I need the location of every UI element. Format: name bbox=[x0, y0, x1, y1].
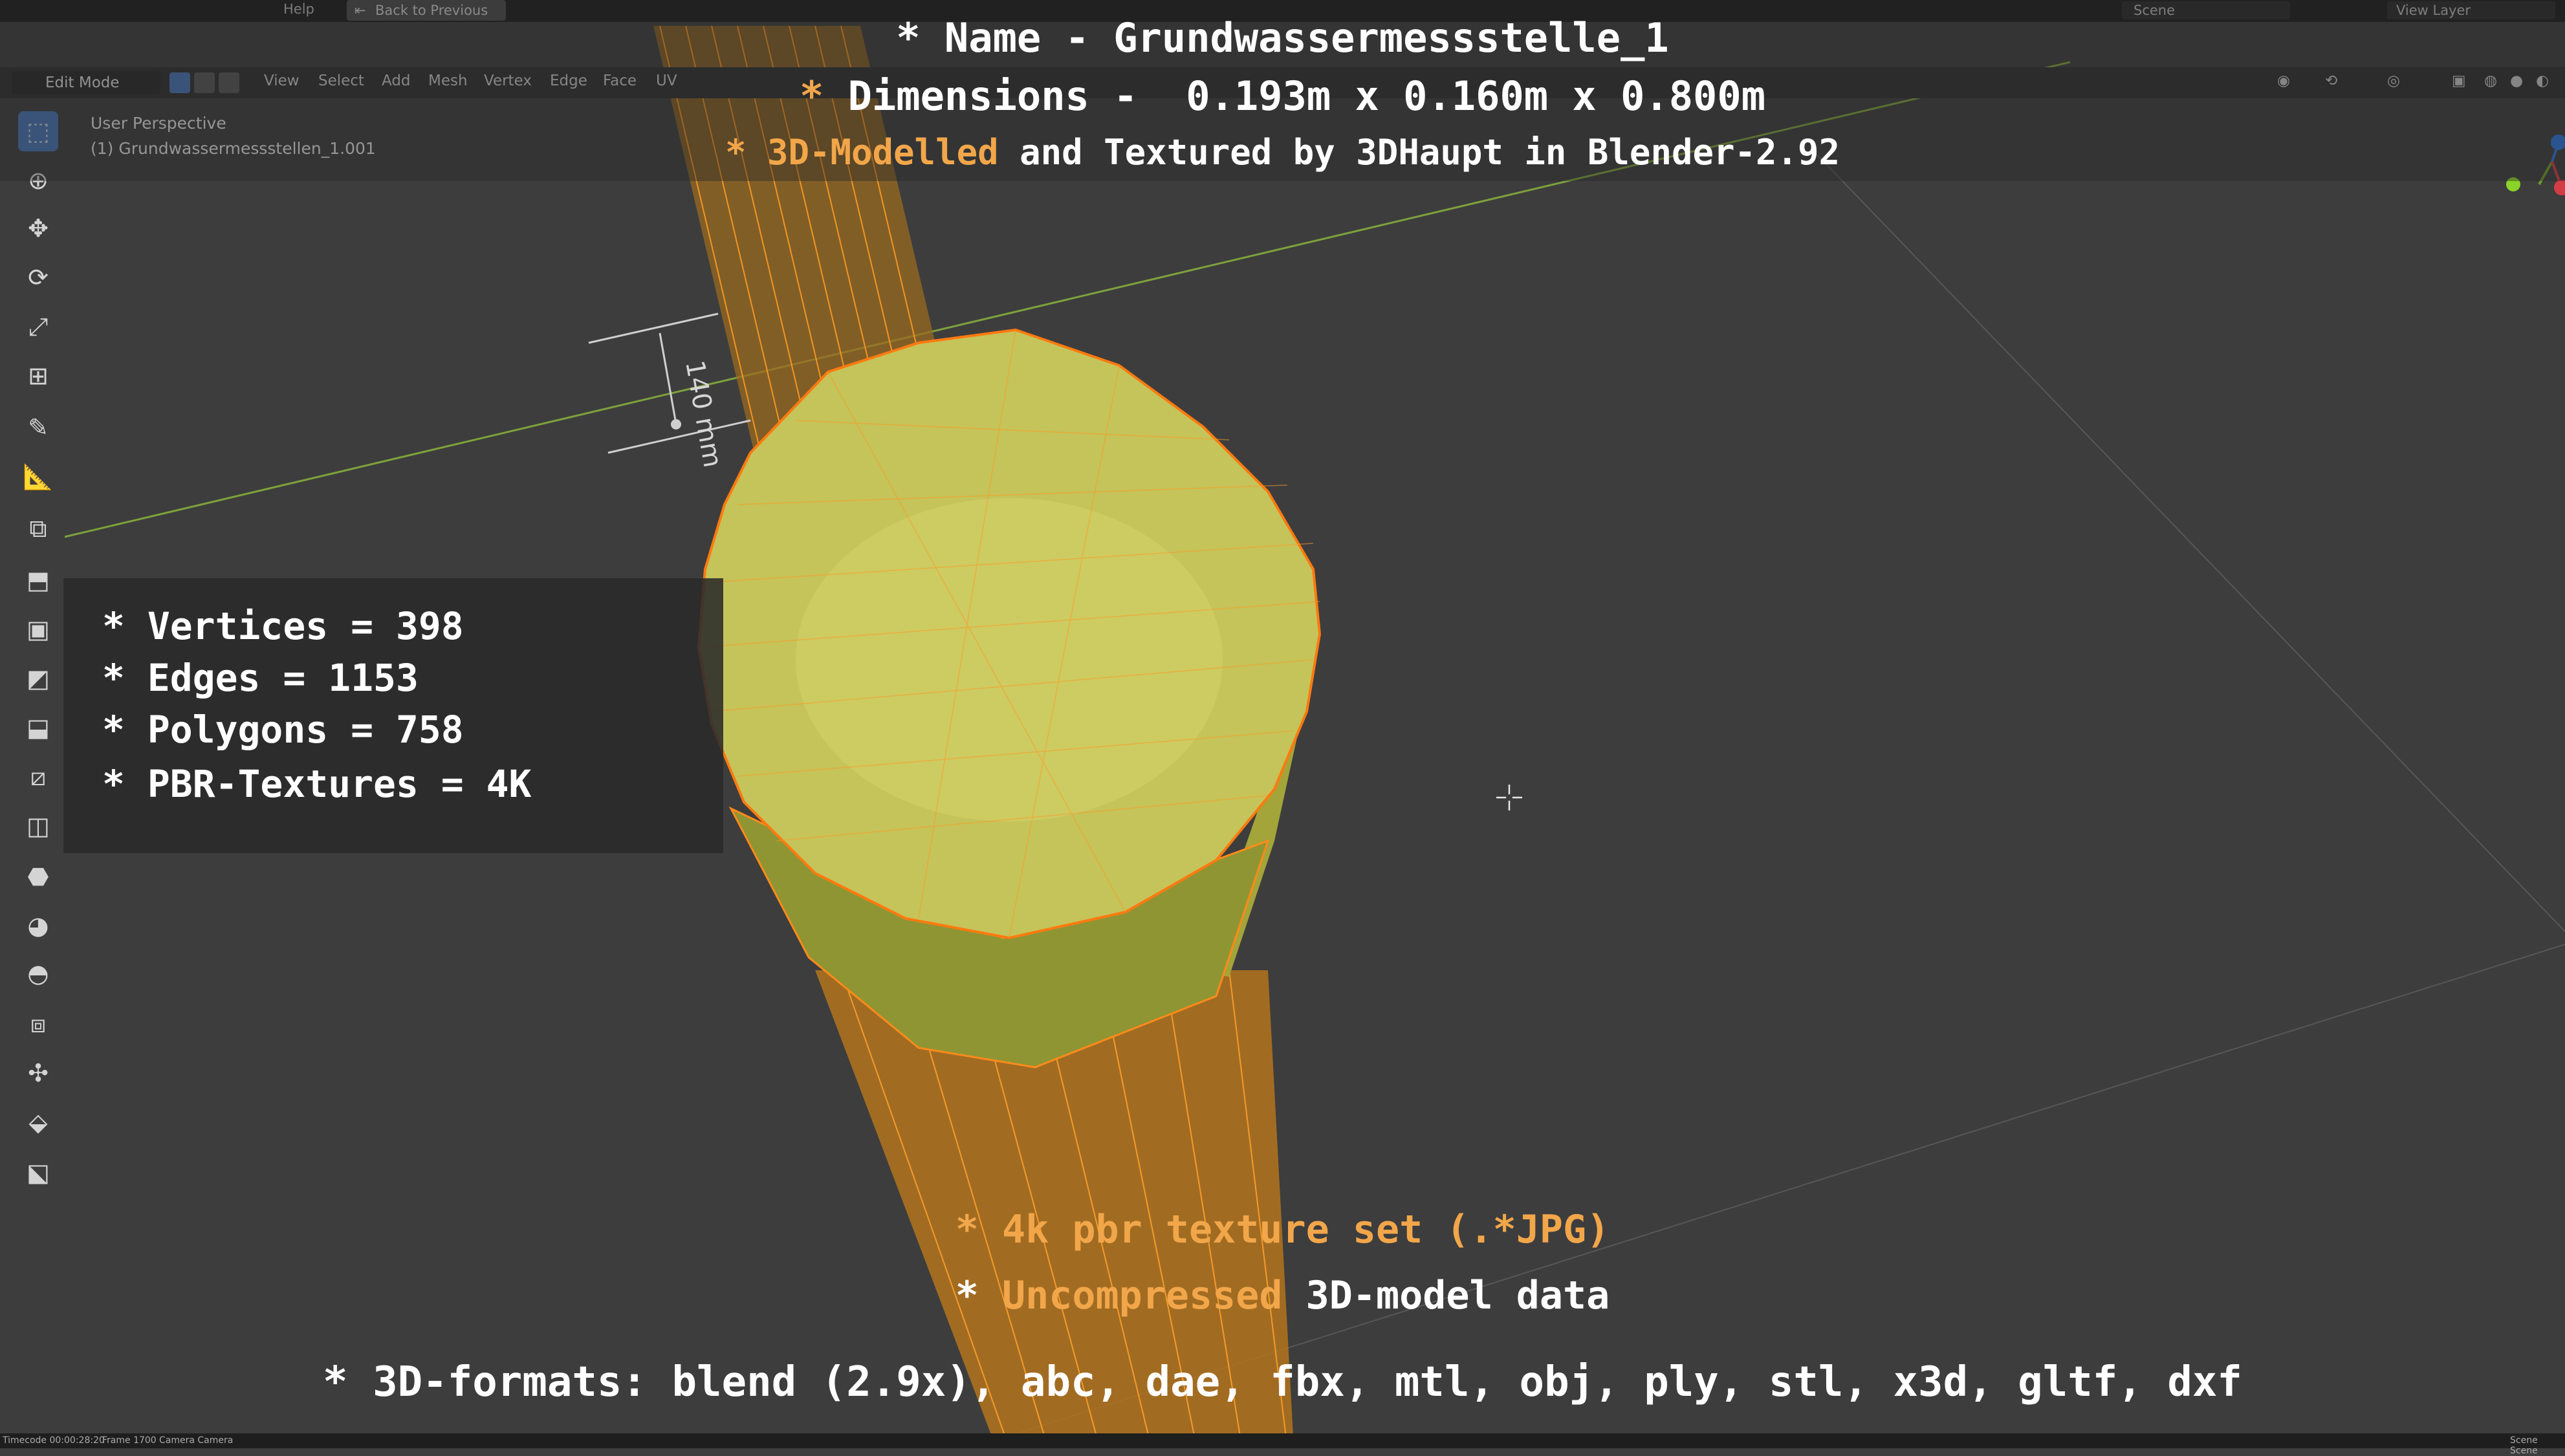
knife-icon[interactable]: ⧄ bbox=[18, 757, 58, 797]
shrink-fatten-icon[interactable]: ⧈ bbox=[18, 1004, 58, 1044]
spin-icon[interactable]: ⬣ bbox=[18, 856, 58, 896]
edge-slide-icon[interactable]: ◓ bbox=[18, 953, 58, 994]
inset-icon[interactable]: ▣ bbox=[18, 609, 58, 649]
uncompressed-text: 3D-model data bbox=[1282, 1273, 1610, 1318]
bevel-icon[interactable]: ◩ bbox=[18, 658, 58, 699]
mesh-stats-panel: * Vertices = 398 * Edges = 1153 * Polygo… bbox=[63, 578, 723, 853]
rip-icon[interactable]: ⬙ bbox=[18, 1102, 58, 1142]
add-cube-icon[interactable]: ⧉ bbox=[18, 508, 58, 549]
dimensions-text: Dimensions - 0.193m x 0.160m x 0.800m bbox=[847, 72, 1766, 120]
loop-cut-icon[interactable]: ⬓ bbox=[18, 708, 58, 748]
measure-icon[interactable]: 📐 bbox=[18, 457, 58, 497]
formats-line: * 3D-formats: blend (2.9x), abc, dae, fb… bbox=[323, 1358, 2242, 1406]
frame-label: Frame 1700 bbox=[102, 1435, 157, 1446]
x-axis-icon bbox=[2554, 180, 2565, 195]
move-icon[interactable]: ✥ bbox=[18, 208, 58, 248]
uncompressed-highlight: Uncompressed bbox=[1002, 1273, 1283, 1318]
annotate-icon[interactable]: ✎ bbox=[18, 407, 58, 448]
credit-line: * 3D-Modelled and Textured by 3DHaupt in… bbox=[0, 132, 2565, 173]
transform-icon[interactable]: ⊞ bbox=[18, 356, 58, 396]
status-bar: Timecode 00:00:28:20 Frame 1700 Camera C… bbox=[0, 1433, 2565, 1456]
stat-polygons: * Polygons = 758 bbox=[102, 708, 464, 752]
scene-status-label: Scene Scene bbox=[2510, 1435, 2538, 1456]
camera-label: Camera Camera bbox=[159, 1435, 234, 1446]
uncompressed-line: * Uncompressed 3D-model data bbox=[0, 1273, 2565, 1318]
timecode-label: Timecode 00:00:28:20 bbox=[3, 1435, 105, 1446]
scale-icon[interactable]: ⤢ bbox=[18, 307, 58, 347]
credit-prefix: * bbox=[725, 132, 767, 173]
uncompressed-prefix: * bbox=[955, 1273, 1003, 1318]
smooth-icon[interactable]: ◕ bbox=[18, 906, 58, 946]
rotate-icon[interactable]: ⟳ bbox=[18, 257, 58, 298]
rip-region-icon[interactable]: ⬕ bbox=[18, 1153, 58, 1193]
credit-text: and Textured by 3DHaupt in Blender-2.92 bbox=[998, 132, 1840, 173]
stat-textures: * PBR-Textures = 4K bbox=[102, 762, 532, 806]
texture-set-line: * 4k pbr texture set (.*JPG) bbox=[0, 1207, 2565, 1252]
stat-vertices: * Vertices = 398 bbox=[102, 604, 464, 648]
credit-highlight: 3D-Modelled bbox=[767, 132, 999, 173]
dimensions-prefix: * bbox=[799, 72, 848, 120]
3d-cursor-icon[interactable] bbox=[1493, 781, 1525, 814]
texture-set-text: 4k pbr texture set (.*JPG) bbox=[1002, 1207, 1610, 1252]
extrude-icon[interactable]: ⬒ bbox=[18, 560, 58, 600]
stat-edges: * Edges = 1153 bbox=[102, 656, 419, 700]
model-name-line: * Name - Grundwassermessstelle_1 bbox=[896, 14, 1669, 61]
poly-build-icon[interactable]: ◫ bbox=[18, 806, 58, 846]
dimensions-line: * Dimensions - 0.193m x 0.160m x 0.800m bbox=[0, 72, 2565, 120]
shear-icon[interactable]: ✣ bbox=[18, 1053, 58, 1093]
texture-set-prefix: * bbox=[955, 1207, 1003, 1252]
